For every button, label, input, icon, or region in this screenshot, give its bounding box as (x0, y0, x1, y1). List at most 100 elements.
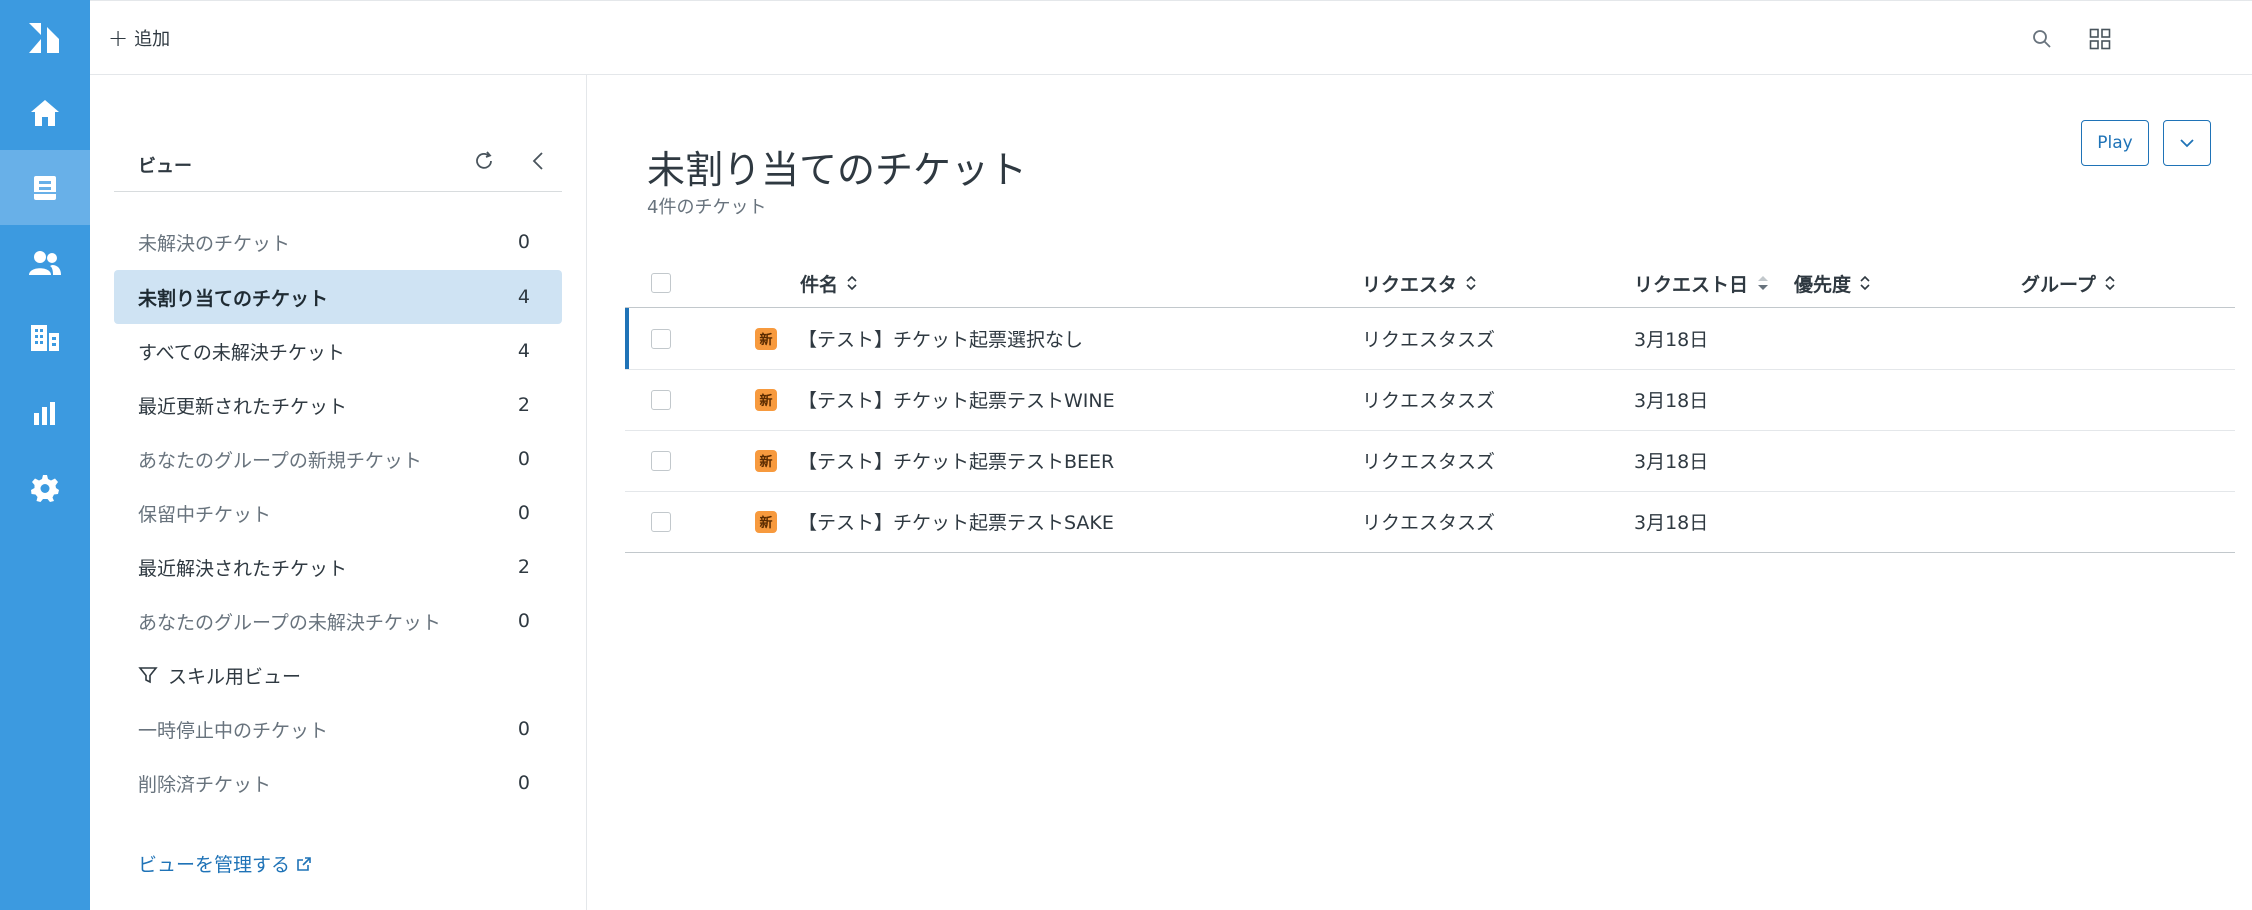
plus-icon: + (108, 24, 129, 52)
zendesk-logo[interactable] (0, 0, 90, 75)
manage-views-link[interactable]: ビューを管理する (138, 850, 312, 877)
column-label: リクエスト日 (1634, 273, 1749, 296)
view-item-open[interactable]: 未解決のチケット 0 (114, 215, 562, 269)
products-grid-icon[interactable] (2088, 27, 2112, 51)
views-icon[interactable] (0, 150, 90, 225)
status-badge: 新 (755, 369, 777, 430)
ticket-requested-date: 3月18日 (1634, 390, 1709, 412)
view-count: 0 (517, 448, 530, 470)
ticket-requester: リクエスタスズ (1362, 329, 1496, 351)
filter-icon (138, 665, 158, 685)
column-group[interactable]: グループ (2021, 260, 2116, 306)
top-header: + 追加 (90, 0, 2252, 75)
view-count: 0 (517, 231, 530, 253)
view-label: 最近更新されたチケット (138, 395, 348, 418)
view-count: 0 (517, 772, 530, 794)
ticket-requested-date: 3月18日 (1634, 512, 1709, 534)
main-content: 未割り当てのチケット 4件のチケット Play 件名 リクエスタ リクエスト日 … (587, 75, 2252, 910)
sort-desc-icon (1756, 274, 1770, 292)
sort-icon (1465, 274, 1477, 292)
chevron-down-icon (2179, 138, 2195, 148)
view-count: 2 (517, 556, 530, 578)
views-heading: ビュー (138, 156, 192, 177)
sort-icon (846, 274, 858, 292)
column-label: リクエスタ (1362, 273, 1458, 296)
view-label: 未解決のチケット (138, 232, 291, 255)
status-badge: 新 (755, 430, 777, 491)
column-requester[interactable]: リクエスタ (1362, 260, 1477, 306)
row-checkbox[interactable] (651, 369, 671, 430)
view-count: 4 (517, 340, 530, 362)
view-label: 最近解決されたチケット (138, 557, 348, 580)
view-count: 0 (517, 610, 530, 632)
external-link-icon (296, 856, 312, 872)
view-item-recently-updated[interactable]: 最近更新されたチケット 2 (114, 378, 562, 432)
view-item-group-new[interactable]: あなたのグループの新規チケット 0 (114, 432, 562, 486)
ticket-requested-date: 3月18日 (1634, 451, 1709, 473)
organizations-icon[interactable] (0, 300, 90, 375)
customers-icon[interactable] (0, 225, 90, 300)
view-item-pending[interactable]: 保留中チケット 0 (114, 486, 562, 540)
ticket-subject[interactable]: 【テスト】チケット起票テストBEER (798, 430, 1114, 491)
view-item-recently-solved[interactable]: 最近解決されたチケット 2 (114, 540, 562, 594)
play-options-button[interactable] (2163, 120, 2211, 166)
ticket-subject[interactable]: 【テスト】チケット起票選択なし (798, 308, 1083, 369)
view-label: 保留中チケット (138, 503, 272, 526)
column-priority[interactable]: 優先度 (1794, 260, 1871, 306)
settings-gear-icon[interactable] (0, 450, 90, 525)
view-item-all-unsolved[interactable]: すべての未解決チケット 4 (114, 324, 562, 378)
ticket-requester: リクエスタスズ (1362, 512, 1496, 534)
ticket-requester: リクエスタスズ (1362, 390, 1496, 412)
ticket-subject[interactable]: 【テスト】チケット起票テストSAKE (798, 491, 1114, 552)
view-count: 2 (517, 394, 530, 416)
add-label: 追加 (134, 29, 171, 50)
view-label: あなたのグループの新規チケット (138, 449, 422, 472)
table-row[interactable]: 新 【テスト】チケット起票選択なし リクエスタスズ 3月18日 (625, 308, 2235, 370)
view-item-unassigned[interactable]: 未割り当てのチケット 4 (114, 270, 562, 324)
home-icon[interactable] (0, 75, 90, 150)
view-label: 一時停止中のチケット (138, 719, 329, 742)
column-label: 優先度 (1794, 273, 1852, 296)
page-title: 未割り当てのチケット (647, 148, 1028, 192)
view-label: あなたのグループの未解決チケット (138, 611, 441, 634)
column-subject[interactable]: 件名 (800, 260, 858, 306)
ticket-count: 4件のチケット (647, 197, 767, 218)
ticket-subject[interactable]: 【テスト】チケット起票テストWINE (798, 369, 1115, 430)
view-label: すべての未解決チケット (138, 341, 345, 364)
view-group-label: スキル用ビュー (168, 665, 302, 688)
views-panel: ビュー 未解決のチケット 0 未割り当てのチケット 4 すべての未解決チケット … (90, 75, 587, 910)
nav-rail (0, 0, 90, 910)
status-badge: 新 (755, 491, 777, 552)
view-count: 0 (517, 502, 530, 524)
table-row[interactable]: 新 【テスト】チケット起票テストWINE リクエスタスズ 3月18日 (625, 369, 2235, 431)
column-label: グループ (2021, 273, 2096, 296)
divider (114, 191, 562, 192)
row-checkbox[interactable] (651, 491, 671, 552)
row-checkbox[interactable] (651, 308, 671, 369)
ticket-requester: リクエスタスズ (1362, 451, 1496, 473)
view-label: 未割り当てのチケット (138, 287, 329, 310)
view-item-suspended[interactable]: 一時停止中のチケット 0 (114, 702, 562, 756)
add-button[interactable]: + 追加 (108, 21, 170, 55)
view-group-skills[interactable]: スキル用ビュー (114, 648, 562, 702)
reporting-icon[interactable] (0, 375, 90, 450)
view-count: 0 (517, 718, 530, 740)
search-icon[interactable] (2030, 27, 2054, 51)
view-label: 削除済チケット (138, 773, 272, 796)
table-row[interactable]: 新 【テスト】チケット起票テストSAKE リクエスタスズ 3月18日 (625, 491, 2235, 553)
view-item-group-unsolved[interactable]: あなたのグループの未解決チケット 0 (114, 594, 562, 648)
refresh-icon[interactable] (470, 147, 498, 175)
column-label: 件名 (800, 273, 839, 296)
sort-icon (2104, 274, 2116, 292)
table-row[interactable]: 新 【テスト】チケット起票テストBEER リクエスタスズ 3月18日 (625, 430, 2235, 492)
column-requested[interactable]: リクエスト日 (1634, 260, 1770, 306)
table-header: 件名 リクエスタ リクエスト日 優先度 グループ (625, 260, 2235, 308)
play-button[interactable]: Play (2081, 120, 2149, 166)
collapse-chevron-icon[interactable] (524, 147, 552, 175)
view-item-deleted[interactable]: 削除済チケット 0 (114, 756, 562, 810)
row-checkbox[interactable] (651, 430, 671, 491)
select-all-checkbox[interactable] (651, 260, 671, 306)
status-badge: 新 (755, 308, 777, 369)
manage-views-label: ビューを管理する (138, 854, 291, 876)
view-count: 4 (517, 286, 530, 308)
